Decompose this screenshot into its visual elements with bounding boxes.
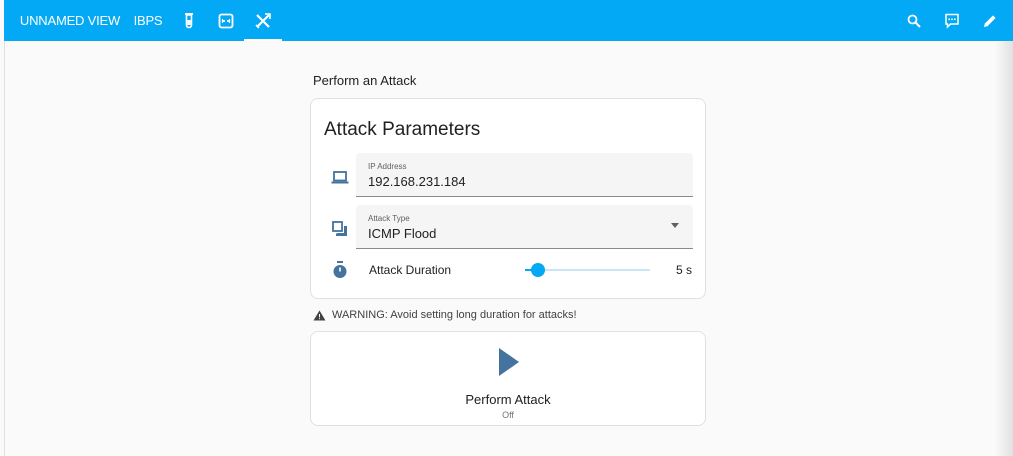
tab-test-tube[interactable] (170, 0, 207, 41)
comment-icon (945, 13, 959, 29)
tab-attack-tools[interactable] (244, 0, 282, 41)
attack-duration-value: 5 s (675, 263, 692, 277)
laptop-icon (331, 169, 349, 187)
tools-icon (255, 12, 271, 29)
tab-unnamed-view-label: UNNAMED VIEW (19, 13, 121, 28)
slider-knob[interactable] (531, 263, 545, 277)
comment-button[interactable] (933, 0, 971, 41)
left-border (4, 41, 5, 456)
attack-type-label: Attack Type (368, 214, 410, 223)
attack-duration-slider[interactable] (525, 263, 650, 277)
perform-attack-state: Off (502, 410, 514, 420)
tab-ibps[interactable]: IBPS (128, 0, 168, 41)
tab-scan[interactable] (207, 0, 244, 41)
alert-icon (313, 310, 326, 320)
test-tube-icon (184, 12, 193, 28)
timer-icon (331, 261, 349, 279)
warning-text: WARNING: Avoid setting long duration for… (332, 309, 577, 321)
attack-duration-label: Attack Duration (369, 263, 452, 277)
tab-ibps-label: IBPS (133, 13, 163, 28)
search-button[interactable] (895, 0, 933, 41)
search-icon (907, 14, 921, 28)
scan-icon (218, 13, 233, 28)
top-app-bar: UNNAMED VIEW IBPS (4, 0, 1013, 41)
tab-unnamed-view[interactable]: UNNAMED VIEW (12, 0, 128, 41)
edit-button[interactable] (971, 0, 1009, 41)
attack-type-select[interactable]: Attack Type ICMP Flood (356, 205, 693, 249)
top-actions (895, 0, 1009, 41)
play-icon (499, 348, 519, 376)
section-title: Perform an Attack (313, 73, 417, 88)
ip-address-label: IP Address (368, 162, 407, 171)
perform-attack-button[interactable]: Perform Attack Off (310, 331, 706, 426)
attack-parameters-card: Attack Parameters IP Address 192.168.231… (310, 98, 706, 299)
dropdown-arrow-icon (671, 223, 679, 228)
card-title: Attack Parameters (324, 119, 481, 140)
perform-attack-label: Perform Attack (465, 392, 551, 407)
attack-type-value: ICMP Flood (368, 226, 437, 241)
ip-address-value: 192.168.231.184 (368, 174, 466, 189)
pencil-icon (984, 14, 996, 27)
warning-message: WARNING: Avoid setting long duration for… (313, 309, 577, 321)
layers-icon (331, 220, 349, 238)
scroll-shadow (995, 41, 1013, 456)
ip-address-field[interactable]: IP Address 192.168.231.184 (356, 153, 693, 197)
